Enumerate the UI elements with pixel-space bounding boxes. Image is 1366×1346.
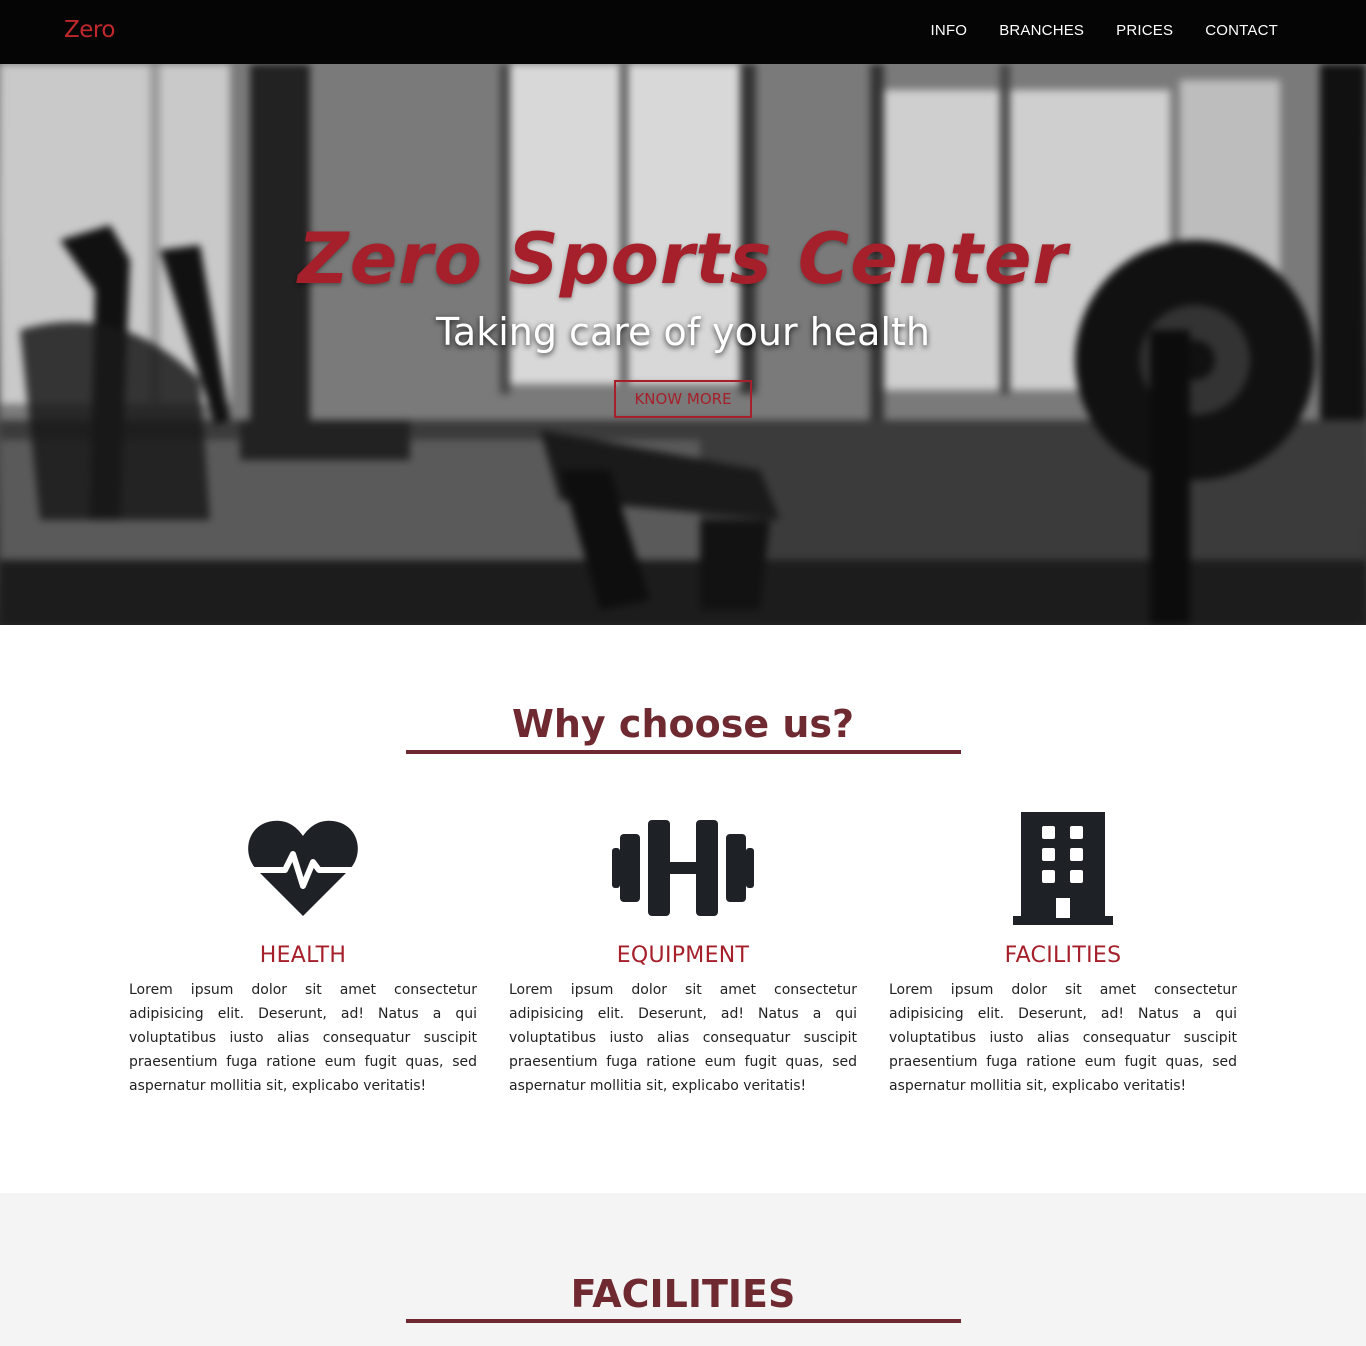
nav-link-branches[interactable]: BRANCHES — [999, 22, 1084, 39]
heartbeat-icon — [129, 810, 477, 925]
nav-link-contact[interactable]: CONTACT — [1205, 22, 1278, 39]
hero-subtitle: Taking care of your health — [436, 310, 930, 354]
know-more-button[interactable]: KNOW MORE — [614, 380, 752, 418]
feature-title-health: HEALTH — [259, 943, 347, 968]
facilities-title-underline — [406, 1319, 961, 1323]
feature-title-facilities: FACILITIES — [1004, 943, 1122, 968]
feature-facilities: FACILITIES Lorem ipsum dolor sit amet co… — [889, 810, 1237, 1098]
nav-links: INFO BRANCHES PRICES CONTACT — [931, 22, 1278, 39]
facilities-title: FACILITIES — [570, 1272, 796, 1316]
why-title-underline — [406, 750, 961, 754]
feature-title-equipment: EQUIPMENT — [616, 943, 750, 968]
hero-title: Zero Sports Center — [298, 218, 1068, 300]
feature-text-health: Lorem ipsum dolor sit amet consectetur a… — [129, 982, 477, 1094]
brand-logo-link[interactable]: Zero — [64, 17, 115, 43]
feature-health: HEALTH Lorem ipsum dolor sit amet consec… — [129, 810, 477, 1098]
facilities-section: FACILITIES — [0, 1193, 1366, 1346]
building-icon — [889, 810, 1237, 925]
why-choose-us-title: Why choose us? — [511, 702, 855, 746]
hero-section: Zero Sports Center Taking care of your h… — [0, 0, 1366, 625]
dumbbell-icon — [509, 810, 857, 925]
top-navbar: Zero INFO BRANCHES PRICES CONTACT — [0, 0, 1366, 64]
nav-link-info[interactable]: INFO — [931, 22, 968, 39]
feature-text-facilities: Lorem ipsum dolor sit amet consectetur a… — [889, 982, 1237, 1094]
nav-link-prices[interactable]: PRICES — [1116, 22, 1173, 39]
feature-text-equipment: Lorem ipsum dolor sit amet consectetur a… — [509, 982, 857, 1094]
feature-equipment: EQUIPMENT Lorem ipsum dolor sit amet con… — [509, 810, 857, 1098]
